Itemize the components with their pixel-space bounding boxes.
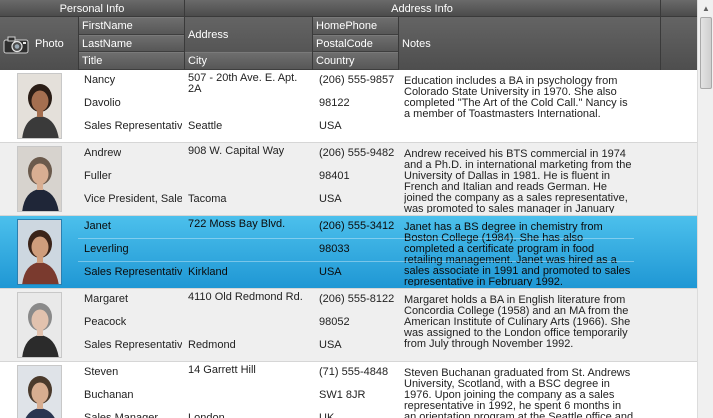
table-row[interactable]: Nancy Davolio Sales Representative 507 -… — [0, 70, 697, 143]
cell-homephone[interactable]: (206) 555-3412 — [319, 219, 394, 233]
header-divider — [312, 17, 313, 70]
cell-postalcode[interactable]: 98052 — [319, 315, 350, 329]
arrow-up-icon[interactable]: ▲ — [698, 0, 713, 16]
header-divider — [660, 0, 661, 70]
table-row[interactable]: Margaret Peacock Sales Representative 41… — [0, 289, 697, 362]
column-header-lastname[interactable]: LastName — [78, 35, 184, 52]
cell-title[interactable]: Sales Manager — [84, 411, 182, 418]
camera-icon — [3, 34, 31, 54]
cell-lastname[interactable]: Fuller — [84, 169, 112, 183]
cell-notes[interactable]: Andrew received his BTS commercial in 19… — [404, 149, 634, 213]
cell-firstname[interactable]: Nancy — [84, 73, 115, 87]
cell-postalcode[interactable]: 98033 — [319, 242, 350, 256]
column-header-address[interactable]: Address — [184, 17, 312, 52]
cell-city[interactable]: Redmond — [188, 338, 236, 352]
employee-photo — [17, 365, 62, 418]
cell-title[interactable]: Sales Representative — [84, 119, 182, 133]
cell-homephone[interactable]: (71) 555-4848 — [319, 365, 388, 379]
row-divider — [78, 261, 634, 262]
cell-lastname[interactable]: Buchanan — [84, 388, 134, 402]
column-header-country[interactable]: Country — [312, 52, 398, 70]
cell-postalcode[interactable]: 98122 — [319, 96, 350, 110]
cell-country[interactable]: USA — [319, 192, 342, 206]
employee-photo — [17, 146, 62, 212]
group-header-personal-info[interactable]: Personal Info — [0, 0, 184, 17]
cell-country[interactable]: UK — [319, 411, 334, 418]
cell-title[interactable]: Sales Representative — [84, 265, 182, 279]
cell-address[interactable]: 722 Moss Bay Blvd. — [188, 219, 308, 243]
employee-grid[interactable]: Personal Info Address Info Photo FirstNa… — [0, 0, 697, 418]
cell-country[interactable]: USA — [319, 338, 342, 352]
cell-notes[interactable]: Janet has a BS degree in chemistry from … — [404, 222, 634, 286]
cell-postalcode[interactable]: 98401 — [319, 169, 350, 183]
column-header-photo[interactable]: Photo — [0, 17, 78, 70]
vertical-scrollbar[interactable]: ▲ — [697, 0, 713, 418]
cell-homephone[interactable]: (206) 555-8122 — [319, 292, 394, 306]
cell-postalcode[interactable]: SW1 8JR — [319, 388, 365, 402]
cell-title[interactable]: Vice President, Sales — [84, 192, 182, 206]
cell-city[interactable]: London — [188, 411, 225, 418]
header-divider — [184, 0, 185, 70]
cell-address[interactable]: 908 W. Capital Way — [188, 146, 308, 170]
cell-firstname[interactable]: Steven — [84, 365, 118, 379]
cell-lastname[interactable]: Davolio — [84, 96, 121, 110]
employee-photo — [17, 292, 62, 358]
cell-notes[interactable]: Education includes a BA in psychology fr… — [404, 76, 634, 140]
cell-lastname[interactable]: Leverling — [84, 242, 129, 256]
table-row[interactable]: Andrew Fuller Vice President, Sales 908 … — [0, 143, 697, 216]
cell-firstname[interactable]: Margaret — [84, 292, 128, 306]
cell-address[interactable]: 507 - 20th Ave. E. Apt. 2A — [188, 73, 308, 97]
cell-homephone[interactable]: (206) 555-9482 — [319, 146, 394, 160]
cell-city[interactable]: Tacoma — [188, 192, 227, 206]
cell-country[interactable]: USA — [319, 119, 342, 133]
cell-homephone[interactable]: (206) 555-9857 — [319, 73, 394, 87]
cell-notes[interactable]: Margaret holds a BA in English literatur… — [404, 295, 634, 359]
column-header-homephone[interactable]: HomePhone — [312, 17, 398, 35]
employee-photo — [17, 219, 62, 285]
group-header-address-info[interactable]: Address Info — [184, 0, 660, 17]
cell-address[interactable]: 4110 Old Redmond Rd. — [188, 292, 308, 316]
cell-title[interactable]: Sales Representative — [84, 338, 182, 352]
column-header-notes[interactable]: Notes — [398, 17, 660, 70]
header-divider — [398, 17, 399, 70]
employee-photo — [17, 73, 62, 139]
cell-country[interactable]: USA — [319, 265, 342, 279]
column-header-title[interactable]: Title — [78, 52, 184, 70]
column-header-firstname[interactable]: FirstName — [78, 17, 184, 35]
cell-firstname[interactable]: Janet — [84, 219, 111, 233]
cell-lastname[interactable]: Peacock — [84, 315, 126, 329]
cell-notes[interactable]: Steven Buchanan graduated from St. Andre… — [404, 368, 634, 418]
header-divider — [78, 17, 79, 70]
table-row[interactable]: Janet Leverling Sales Representative 722… — [0, 216, 697, 289]
cell-firstname[interactable]: Andrew — [84, 146, 121, 160]
cell-city[interactable]: Seattle — [188, 119, 222, 133]
cell-city[interactable]: Kirkland — [188, 265, 228, 279]
scrollbar-thumb[interactable] — [700, 17, 712, 89]
row-divider — [78, 238, 634, 239]
cell-address[interactable]: 14 Garrett Hill — [188, 365, 308, 389]
column-header-photo-label: Photo — [35, 37, 64, 50]
table-row[interactable]: Steven Buchanan Sales Manager 14 Garrett… — [0, 362, 697, 418]
column-header-city[interactable]: City — [184, 52, 312, 70]
column-header-postalcode[interactable]: PostalCode — [312, 35, 398, 52]
